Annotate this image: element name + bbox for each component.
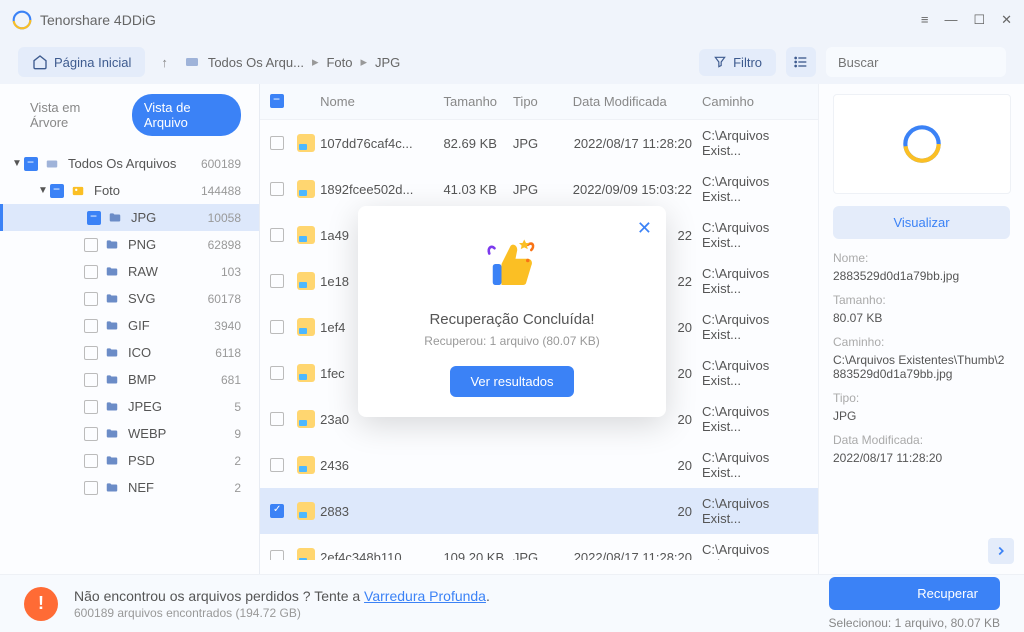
modal-close-button[interactable]: ✕ — [637, 218, 652, 239]
thumbs-up-icon — [484, 236, 540, 292]
modal-overlay: ✕ Recuperação Concluída! Recuperou: 1 ar… — [0, 0, 1024, 623]
recovery-complete-dialog: ✕ Recuperação Concluída! Recuperou: 1 ar… — [358, 206, 666, 417]
modal-subtitle: Recuperou: 1 arquivo (80.07 KB) — [378, 334, 646, 348]
modal-title: Recuperação Concluída! — [378, 311, 646, 328]
see-results-button[interactable]: Ver resultados — [450, 366, 573, 397]
